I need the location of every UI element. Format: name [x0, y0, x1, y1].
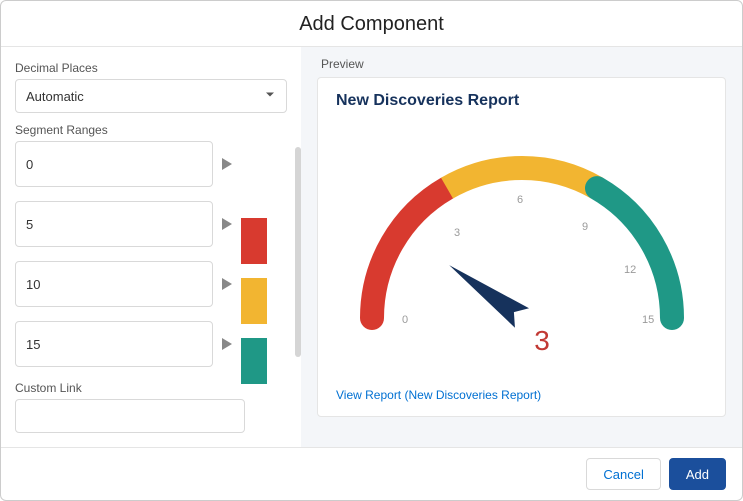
decimal-places-label: Decimal Places — [15, 61, 287, 75]
gauge-tick-0: 0 — [402, 314, 408, 326]
segment-input-2[interactable] — [15, 261, 213, 307]
segment-color-swatches — [241, 218, 267, 398]
scrollbar[interactable] — [295, 147, 301, 357]
segment-row-2 — [15, 261, 235, 307]
play-icon[interactable] — [219, 217, 235, 231]
chevron-down-icon — [264, 89, 276, 104]
gauge-tick-3: 3 — [454, 227, 460, 239]
play-icon[interactable] — [219, 277, 235, 291]
swatch-yellow[interactable] — [241, 278, 267, 324]
segment-row-1 — [15, 201, 235, 247]
segment-input-1[interactable] — [15, 201, 213, 247]
segment-row-3 — [15, 321, 235, 367]
custom-link-input[interactable] — [15, 399, 245, 433]
modal-body: Decimal Places Automatic Segment Ranges — [1, 47, 742, 447]
segment-ranges-label: Segment Ranges — [15, 123, 287, 137]
gauge-chart: 0 3 6 9 12 15 — [336, 118, 707, 358]
cancel-button[interactable]: Cancel — [586, 458, 660, 490]
config-panel: Decimal Places Automatic Segment Ranges — [1, 47, 301, 447]
gauge-tick-15: 15 — [642, 314, 654, 326]
segment-row-0 — [15, 141, 235, 187]
decimal-places-select[interactable]: Automatic — [15, 79, 287, 113]
add-button[interactable]: Add — [669, 458, 726, 490]
play-icon[interactable] — [219, 157, 235, 171]
gauge-needle — [437, 251, 538, 337]
gauge-tick-6: 6 — [517, 194, 523, 206]
preview-panel: Preview New Discoveries Report 0 3 — [301, 47, 742, 447]
view-report-link[interactable]: View Report (New Discoveries Report) — [336, 388, 541, 402]
preview-card: New Discoveries Report 0 3 6 — [317, 77, 726, 417]
segment-input-3[interactable] — [15, 321, 213, 367]
segment-input-0[interactable] — [15, 141, 213, 187]
gauge-tick-12: 12 — [624, 264, 636, 276]
swatch-red[interactable] — [241, 218, 267, 264]
modal-header: Add Component — [1, 1, 742, 47]
preview-title: New Discoveries Report — [336, 92, 707, 110]
modal-title: Add Component — [1, 13, 742, 36]
modal-footer: Cancel Add — [1, 447, 742, 500]
swatch-green[interactable] — [241, 338, 267, 384]
gauge-tick-9: 9 — [582, 221, 588, 233]
preview-label: Preview — [321, 57, 726, 71]
decimal-places-value: Automatic — [26, 89, 84, 104]
gauge-value: 3 — [534, 325, 550, 356]
add-component-modal: Add Component Decimal Places Automatic S… — [0, 0, 743, 501]
play-icon[interactable] — [219, 337, 235, 351]
